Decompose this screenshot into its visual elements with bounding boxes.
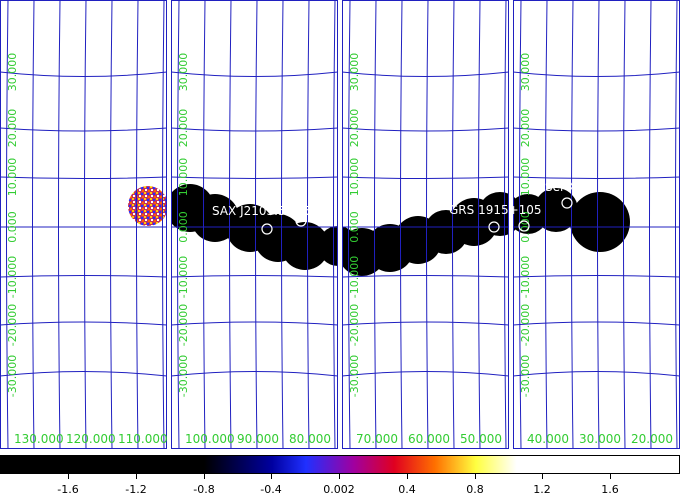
colorbar-tick <box>542 474 543 479</box>
lat-label: -30.000 <box>6 355 19 397</box>
lat-label: -20.000 <box>177 304 190 346</box>
colorbar-tick-label: 0.8 <box>466 483 484 496</box>
lat-label: -20.000 <box>519 304 532 346</box>
lat-label: 10.000 <box>519 158 532 197</box>
lat-label: 20.000 <box>6 109 19 148</box>
colorbar-tick-label: -1.2 <box>125 483 147 496</box>
lon-label: 70.000 <box>356 432 398 446</box>
colorbar-tick <box>271 474 272 479</box>
colorbar-tick-labels: -1.6 -1.2 -0.8 -0.4 0.002 0.4 0.8 1.2 1.6 <box>0 474 680 499</box>
lat-label: 30.000 <box>519 53 532 92</box>
colorbar <box>0 455 680 474</box>
colorbar-gradient <box>0 455 680 474</box>
lon-label: 120.000 <box>66 432 116 446</box>
colorbar-tick-label: -0.4 <box>260 483 282 496</box>
lat-label: 30.000 <box>6 53 19 92</box>
lat-label: 0.000 <box>6 211 19 243</box>
lat-label: 20.000 <box>348 109 361 148</box>
colorbar-tick-label: -0.8 <box>193 483 215 496</box>
lon-label: 40.000 <box>527 432 569 446</box>
lon-label: 130.000 <box>14 432 64 446</box>
lat-label: 30.000 <box>348 53 361 92</box>
colorbar-tick <box>339 474 340 479</box>
exposure-region <box>570 192 630 252</box>
lat-label: -30.000 <box>348 355 361 397</box>
lat-label: 10.000 <box>348 158 361 197</box>
lat-label: -30.000 <box>177 355 190 397</box>
lon-label: 100.000 <box>185 432 235 446</box>
lon-label: 30.000 <box>579 432 621 446</box>
source-label: Ser X-1 <box>545 180 588 194</box>
colorbar-tick <box>475 474 476 479</box>
source-label: GRS 1915+105 <box>449 203 542 217</box>
colorbar-tick-label: 1.2 <box>533 483 551 496</box>
lat-label: -20.000 <box>348 304 361 346</box>
colorbar-tick <box>204 474 205 479</box>
colorbar-tick <box>610 474 611 479</box>
lon-label: 20.000 <box>631 432 673 446</box>
colorbar-tick <box>407 474 408 479</box>
colorbar-tick-label: -1.6 <box>57 483 79 496</box>
lat-label: 10.000 <box>177 158 190 197</box>
lon-label: 90.000 <box>237 432 279 446</box>
lon-label: 60.000 <box>408 432 450 446</box>
lat-label: 30.000 <box>177 53 190 92</box>
sky-map: 30.000 20.000 10.000 0.000 -10.000 -20.000 -30… <box>0 0 680 449</box>
lat-label: 0.000 <box>177 211 190 243</box>
colorbar-tick <box>68 474 69 479</box>
lat-label: -10.000 <box>519 256 532 298</box>
colorbar-tick-label: 0.4 <box>398 483 416 496</box>
lon-label: 110.000 <box>118 432 168 446</box>
colorbar-tick-label: 1.6 <box>601 483 619 496</box>
lat-label: -10.000 <box>177 256 190 298</box>
lat-label: -10.000 <box>348 256 361 298</box>
lat-label: -30.000 <box>519 355 532 397</box>
lat-label: -20.000 <box>6 304 19 346</box>
exposure-region <box>128 186 167 226</box>
source-label: SAX J2103.5+4545 <box>212 204 326 218</box>
lon-label: 80.000 <box>289 432 331 446</box>
lat-label: 10.000 <box>6 158 19 197</box>
lat-label: 0.000 <box>348 211 361 243</box>
colorbar-tick-label: 0.002 <box>323 483 355 496</box>
colorbar-tick <box>136 474 137 479</box>
lat-label: 20.000 <box>519 109 532 148</box>
lat-label: -10.000 <box>6 256 19 298</box>
lon-label: 50.000 <box>460 432 502 446</box>
lat-label: 20.000 <box>177 109 190 148</box>
